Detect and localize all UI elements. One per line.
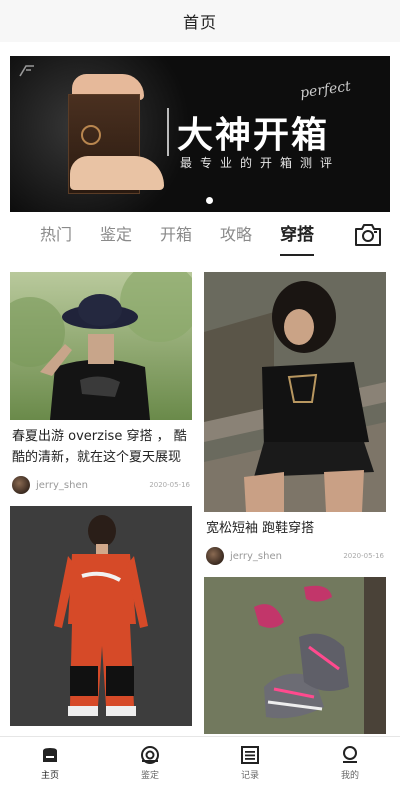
username[interactable]: jerry_shen: [36, 480, 149, 491]
outfit-photo: [204, 272, 386, 512]
username[interactable]: jerry_shen: [230, 551, 343, 562]
post-date: 2020-05-16: [149, 481, 190, 489]
tabbar-item-profile[interactable]: 我的: [300, 737, 400, 788]
tabbar-label-records: 记录: [240, 770, 259, 781]
tabbar-label-authenticate: 鉴定: [140, 770, 159, 781]
card-meta: jerry_shen 2020-05-16: [204, 547, 386, 565]
tab-hot[interactable]: 热门: [40, 224, 72, 246]
category-tabs: 热门 鉴定 开箱 攻略 穿搭: [0, 212, 400, 258]
tabbar-label-home: 主页: [40, 770, 59, 781]
camera-icon[interactable]: [354, 223, 382, 247]
page-title: 首页: [182, 13, 217, 32]
card-title: 宽松短袖 跑鞋穿搭: [206, 521, 315, 536]
home-icon: [40, 745, 60, 765]
user-icon: [340, 745, 360, 765]
banner-carousel[interactable]: perfect 大神开箱 最专业的开箱测评: [10, 56, 390, 212]
tab-outfit[interactable]: 穿搭: [280, 224, 315, 256]
bottom-tab-bar: 主页 鉴定 记录 我的: [0, 736, 400, 788]
banner-subtitle: 最专业的开箱测评: [180, 156, 341, 170]
avatar[interactable]: [12, 476, 30, 494]
banner-title: 大神开箱: [177, 115, 330, 156]
carousel-indicator[interactable]: [206, 197, 213, 204]
feed-column-left: 春夏出游 overzise 穿搭 ， 酷酷的清新，就在这个夏天展现 jerry_…: [10, 272, 192, 734]
feed-card[interactable]: 春夏出游 overzise 穿搭 ， 酷酷的清新，就在这个夏天展现 jerry_…: [10, 272, 192, 494]
feed-column-right: 宽松短袖 跑鞋穿搭 jerry_shen 2020-05-16: [204, 272, 386, 734]
shoe-image-bottom: [70, 156, 164, 190]
outfit-feed: 春夏出游 overzise 穿搭 ， 酷酷的清新，就在这个夏天展现 jerry_…: [10, 272, 390, 734]
feed-card[interactable]: [204, 577, 386, 734]
list-icon: [240, 745, 260, 765]
tabbar-label-profile: 我的: [340, 770, 359, 781]
feed-card[interactable]: 宽松短袖 跑鞋穿搭 jerry_shen 2020-05-16: [204, 272, 386, 565]
tab-authenticate[interactable]: 鉴定: [100, 224, 132, 246]
tabbar-item-records[interactable]: 记录: [200, 737, 300, 788]
outfit-photo: [10, 272, 192, 420]
tabbar-item-home[interactable]: 主页: [0, 737, 100, 788]
nav-bar: 首页: [0, 0, 400, 42]
banner-script-word: perfect: [299, 78, 352, 102]
outfit-photo: [10, 506, 192, 726]
banner-container: perfect 大神开箱 最专业的开箱测评: [0, 42, 400, 212]
avatar[interactable]: [206, 547, 224, 565]
brand-mark-icon: [18, 64, 36, 78]
eye-icon: [140, 745, 160, 765]
card-meta: jerry_shen 2020-05-16: [10, 476, 192, 494]
tab-guide[interactable]: 攻略: [220, 224, 252, 246]
card-title: 春夏出游 overzise 穿搭 ， 酷酷的清新，就在这个夏天展现: [12, 429, 187, 465]
outfit-photo: [204, 577, 386, 734]
tab-unboxing[interactable]: 开箱: [160, 224, 192, 246]
feed-card[interactable]: [10, 506, 192, 726]
tabbar-item-authenticate[interactable]: 鉴定: [100, 737, 200, 788]
post-date: 2020-05-16: [343, 552, 384, 560]
